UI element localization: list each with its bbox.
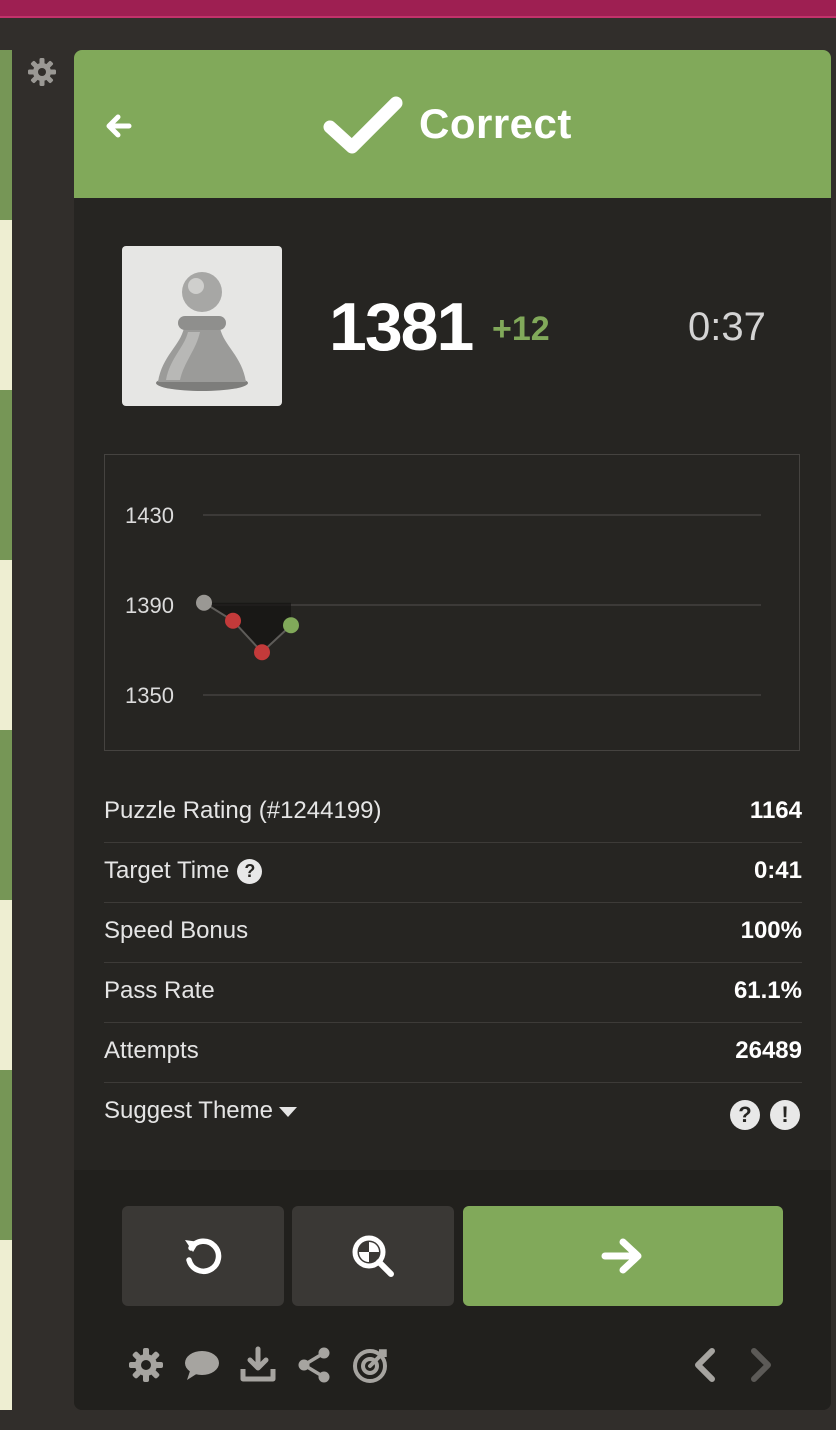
stat-label: Pass Rate bbox=[104, 977, 215, 1004]
stats-list: Puzzle Rating (#1244199) 1164 Target Tim… bbox=[104, 783, 802, 1143]
help-icon[interactable]: ? bbox=[730, 1100, 760, 1130]
chart-point bbox=[225, 612, 241, 629]
chevron-right-icon[interactable] bbox=[740, 1345, 780, 1385]
stat-row-attempts: Attempts 26489 bbox=[104, 1023, 802, 1083]
stat-value: 100% bbox=[740, 917, 802, 944]
stat-value: 1164 bbox=[749, 797, 802, 824]
stat-value: 0:41 bbox=[753, 857, 802, 884]
arrow-left-icon[interactable] bbox=[98, 105, 140, 147]
board-settings-gear-icon[interactable] bbox=[27, 57, 57, 87]
stat-label: Target Time bbox=[104, 857, 230, 884]
suggest-theme-dropdown[interactable]: Suggest Theme bbox=[104, 1097, 297, 1125]
checkmark-icon bbox=[322, 95, 404, 157]
target-icon[interactable] bbox=[350, 1345, 390, 1385]
chart-point bbox=[254, 644, 270, 661]
caret-down-icon bbox=[279, 1106, 297, 1117]
retry-icon bbox=[185, 1238, 222, 1274]
rating-chart: 1430 1390 1350 bbox=[104, 454, 800, 751]
chat-icon[interactable] bbox=[182, 1345, 222, 1385]
browser-top-bar bbox=[0, 0, 836, 18]
result-header: Correct bbox=[74, 50, 831, 198]
help-icon[interactable]: ? bbox=[237, 859, 263, 885]
share-icon[interactable] bbox=[294, 1345, 334, 1385]
stat-row-puzzle-rating: Puzzle Rating (#1244199) 1164 bbox=[104, 783, 802, 843]
result-title: Correct bbox=[419, 100, 572, 147]
suggest-theme-label: Suggest Theme bbox=[104, 1097, 273, 1124]
stat-value: 26489 bbox=[735, 1037, 802, 1064]
chart-point bbox=[196, 594, 212, 611]
stat-label: Attempts bbox=[104, 1037, 199, 1064]
stat-label: Puzzle Rating (#1244199) bbox=[104, 797, 382, 824]
stat-label: Speed Bonus bbox=[104, 917, 249, 944]
rating-change: +12 bbox=[492, 310, 550, 348]
solve-time: 0:37 bbox=[688, 305, 766, 349]
chevron-left-icon[interactable] bbox=[686, 1345, 726, 1385]
chart-y-tick-label: 1390 bbox=[125, 593, 174, 618]
analysis-button[interactable] bbox=[292, 1206, 454, 1306]
suggest-theme-row: Suggest Theme ?! bbox=[104, 1083, 802, 1143]
action-footer bbox=[74, 1170, 831, 1410]
chart-point bbox=[283, 617, 299, 634]
report-icon[interactable]: ! bbox=[770, 1100, 800, 1130]
stat-row-speed-bonus: Speed Bonus 100% bbox=[104, 903, 802, 963]
download-icon[interactable] bbox=[238, 1345, 278, 1385]
stat-row-pass-rate: Pass Rate 61.1% bbox=[104, 963, 802, 1023]
stat-row-target-time: Target Time? 0:41 bbox=[104, 843, 802, 903]
chart-y-tick-label: 1350 bbox=[125, 683, 174, 708]
puzzle-result-panel: Correct 1381 +12 0:37 1430 1390 1350 Puzzl… bbox=[74, 50, 831, 1410]
chart-y-tick-label: 1430 bbox=[125, 503, 174, 528]
next-puzzle-button[interactable] bbox=[463, 1206, 783, 1306]
player-rating: 1381 bbox=[329, 289, 474, 365]
board-edge-strip bbox=[0, 50, 12, 1410]
analysis-icon bbox=[352, 1235, 394, 1277]
retry-button[interactable] bbox=[122, 1206, 284, 1306]
stat-value: 61.1% bbox=[733, 977, 802, 1004]
arrow-right-icon bbox=[601, 1238, 642, 1274]
pawn-icon bbox=[122, 246, 282, 406]
gear-icon[interactable] bbox=[126, 1345, 166, 1385]
rating-chart-svg: 1430 1390 1350 bbox=[125, 503, 761, 708]
